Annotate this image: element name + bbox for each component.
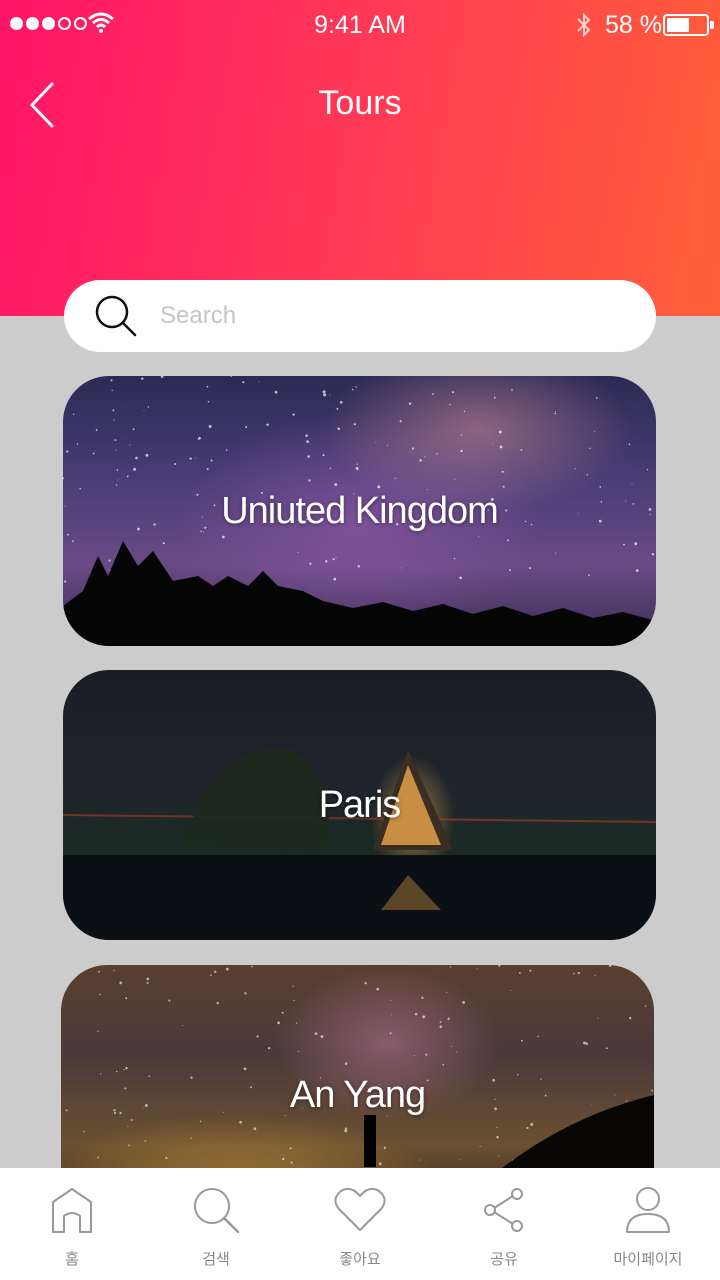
- tab-search[interactable]: 검색: [144, 1168, 288, 1280]
- tab-label: 검색: [202, 1250, 230, 1268]
- tab-favorites[interactable]: 좋아요: [288, 1168, 432, 1280]
- search-icon: [194, 1188, 240, 1234]
- bottom-tab-bar: 홈 검색 좋아요 공유 마이페이지: [0, 1168, 720, 1280]
- tab-label: 좋아요: [339, 1250, 381, 1268]
- tour-card-label: Paris: [318, 783, 402, 826]
- tab-share[interactable]: 공유: [432, 1168, 576, 1280]
- tab-label: 공유: [490, 1250, 518, 1268]
- heart-icon: [334, 1187, 386, 1231]
- status-bar: 9:41 AM 58 %: [0, 0, 720, 50]
- battery-icon: [663, 14, 709, 36]
- page-title: Tours: [318, 84, 402, 122]
- battery-cap: [710, 21, 714, 29]
- user-icon: [626, 1187, 670, 1233]
- tab-label: 마이페이지: [613, 1250, 683, 1268]
- share-icon: [484, 1188, 523, 1232]
- tab-label: 홈: [65, 1250, 79, 1268]
- tour-card-united-kingdom[interactable]: Uniuted Kingdom: [63, 376, 656, 646]
- tour-card-paris[interactable]: Paris: [63, 670, 656, 940]
- home-icon: [52, 1188, 92, 1233]
- bluetooth-icon: [577, 12, 591, 38]
- tab-my-page[interactable]: 마이페이지: [576, 1168, 720, 1280]
- tour-card-label: Uniuted Kingdom: [221, 489, 499, 532]
- tab-home[interactable]: 홈: [0, 1168, 144, 1280]
- search-icon: [95, 295, 137, 337]
- search-input[interactable]: [160, 292, 620, 340]
- battery-percentage: 58 %: [605, 11, 662, 39]
- search-bar[interactable]: [64, 280, 656, 352]
